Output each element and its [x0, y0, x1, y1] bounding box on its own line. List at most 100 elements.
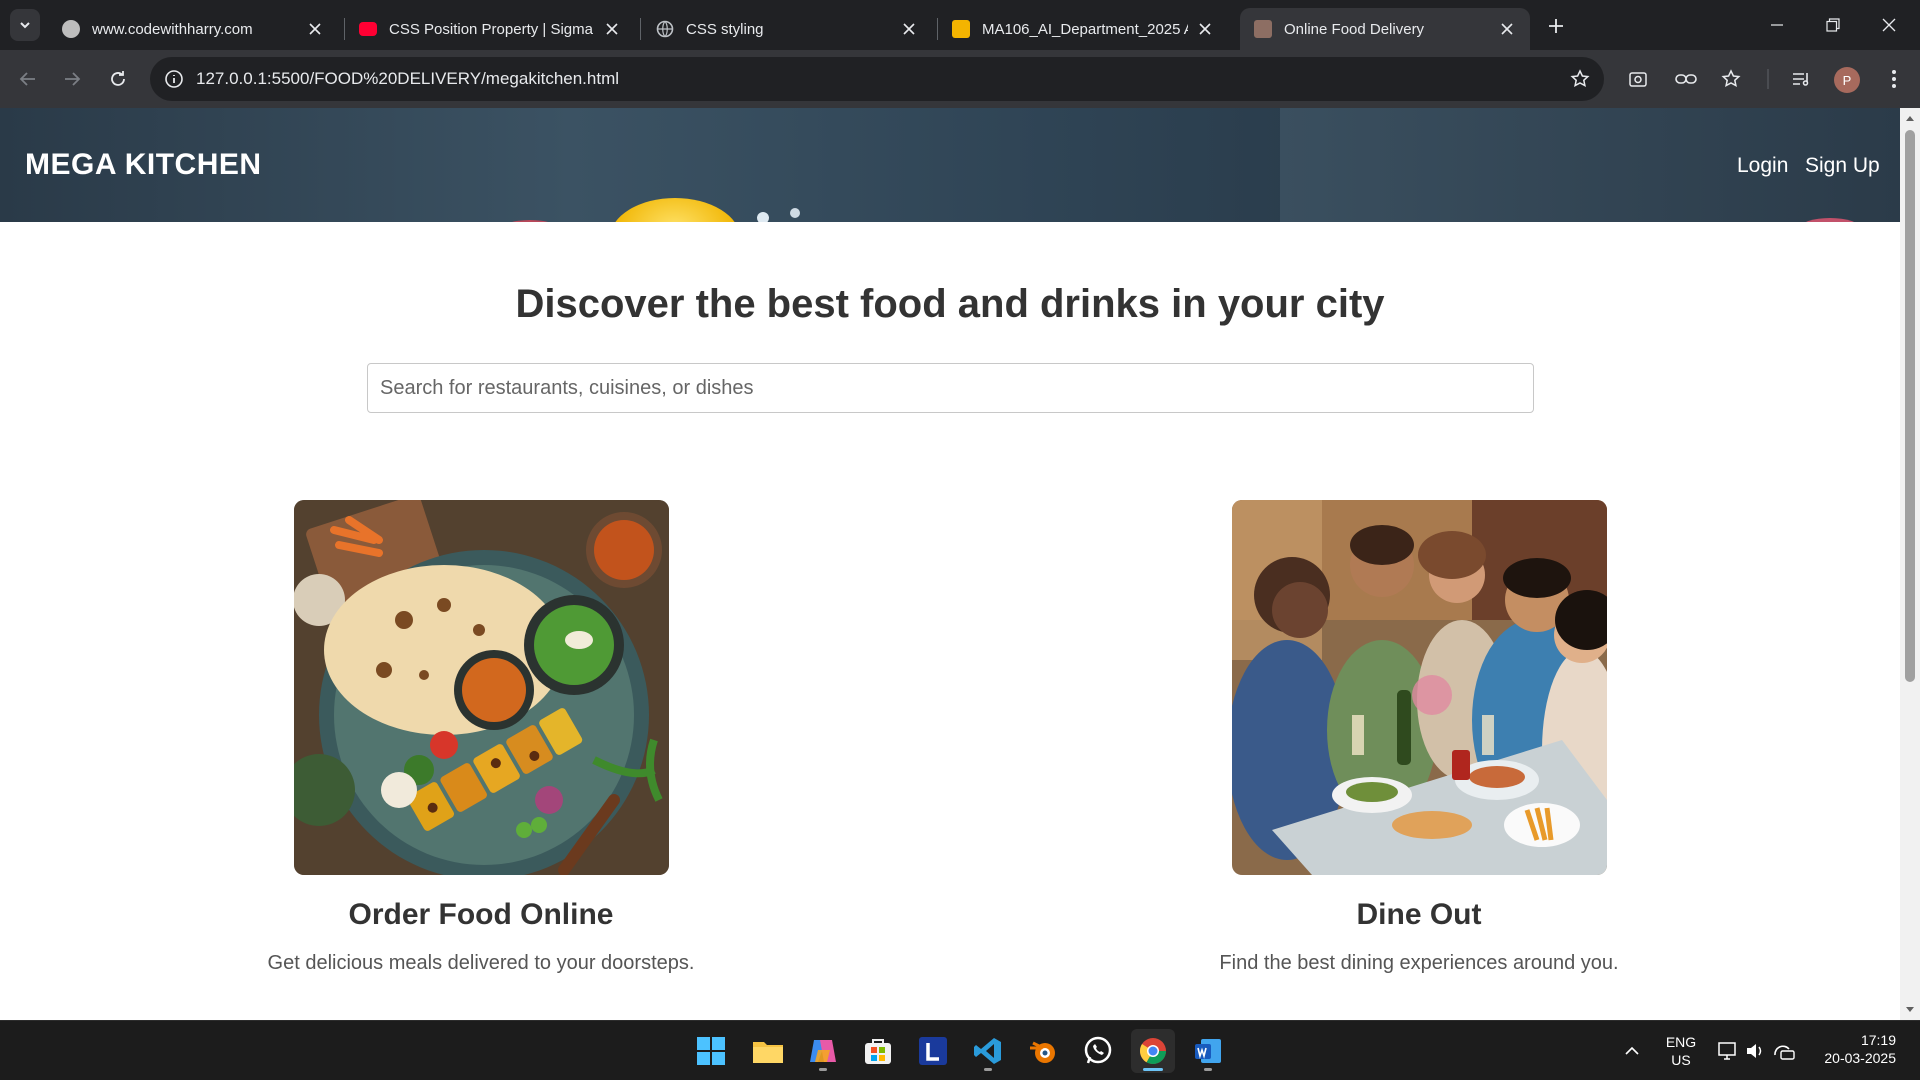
chrome-button[interactable]: [1131, 1029, 1175, 1073]
globe-dark-icon: [62, 20, 80, 38]
volume-icon[interactable]: [1744, 1039, 1768, 1063]
page-scrollbar[interactable]: [1900, 108, 1920, 1020]
start-icon: [697, 1037, 725, 1065]
whatsapp-icon: [1084, 1036, 1112, 1064]
close-window-button[interactable]: [1862, 0, 1916, 50]
close-tab-icon[interactable]: [306, 20, 324, 38]
close-tab-icon[interactable]: [1498, 20, 1516, 38]
login-link[interactable]: Login: [1737, 154, 1788, 178]
tab-ma106[interactable]: MA106_AI_Department_2025 A: [938, 8, 1228, 50]
running-indicator: [1204, 1068, 1212, 1071]
minimize-icon: [1771, 24, 1783, 26]
l-app-icon: [919, 1037, 947, 1065]
tab-css-position[interactable]: CSS Position Property | Sigma W: [345, 8, 635, 50]
card-title-dine-out[interactable]: Dine Out: [1169, 898, 1669, 932]
reload-icon: [111, 71, 125, 86]
windows-taskbar: ENG US 17:19 20-03-2025: [0, 1020, 1920, 1080]
tab-css-styling[interactable]: CSS styling: [642, 8, 932, 50]
scrollbar-thumb[interactable]: [1905, 130, 1915, 682]
language-indicator[interactable]: ENG US: [1664, 1033, 1698, 1069]
hero-decoration: [500, 220, 560, 222]
back-arrow-icon: [19, 72, 35, 86]
word-icon: [1195, 1039, 1221, 1063]
forward-arrow-icon: [65, 72, 81, 86]
page-viewport: MEGA KITCHEN Login Sign Up Discover the …: [0, 108, 1900, 1020]
tab-title: Online Food Delivery: [1284, 20, 1425, 38]
screenshot-icon[interactable]: [1624, 65, 1652, 93]
network-icon[interactable]: [1716, 1039, 1740, 1063]
tab-title: MA106_AI_Department_2025 A: [982, 20, 1188, 38]
site-logo[interactable]: MEGA KITCHEN: [25, 148, 262, 182]
running-indicator: [984, 1068, 992, 1071]
plus-icon: [1549, 19, 1563, 33]
profile-avatar[interactable]: P: [1834, 67, 1860, 93]
show-hidden-icons[interactable]: [1620, 1039, 1644, 1063]
copilot-icon: [810, 1040, 836, 1062]
blender-icon: [1030, 1041, 1055, 1063]
card-description-order-food: Get delicious meals delivered to your do…: [267, 952, 695, 974]
battery-icon[interactable]: [1772, 1039, 1796, 1063]
close-tab-icon[interactable]: [603, 20, 621, 38]
order-food-image[interactable]: [294, 500, 669, 875]
card-title-order-food[interactable]: Order Food Online: [231, 898, 731, 932]
vscode-button[interactable]: [966, 1029, 1010, 1073]
back-button[interactable]: [12, 63, 44, 95]
store-icon: [865, 1039, 891, 1064]
clock[interactable]: 17:19 20-03-2025: [1808, 1031, 1896, 1067]
card-description-dine-out: Find the best dining experiences around …: [1219, 952, 1619, 974]
browser-toolbar: 127.0.0.1:5500/FOOD%20DELIVERY/megakitch…: [0, 50, 1920, 108]
page-headline: Discover the best food and drinks in you…: [515, 282, 1385, 326]
tab-online-food-delivery[interactable]: Online Food Delivery: [1240, 8, 1530, 50]
region-code: US: [1671, 1052, 1691, 1068]
whatsapp-button[interactable]: [1076, 1029, 1120, 1073]
restore-button[interactable]: [1806, 0, 1860, 50]
reload-button[interactable]: [102, 63, 134, 95]
minimize-button[interactable]: [1750, 0, 1804, 50]
vscode-icon: [974, 1038, 1001, 1064]
site-info-icon[interactable]: [162, 67, 186, 91]
scroll-down-arrow-icon[interactable]: [1904, 1004, 1916, 1016]
menu-kebab-icon[interactable]: [1880, 65, 1908, 93]
running-indicator: [1143, 1068, 1163, 1071]
hero-banner: MEGA KITCHEN Login Sign Up: [0, 108, 1900, 222]
globe-icon: [656, 20, 674, 38]
blender-button[interactable]: [1021, 1029, 1065, 1073]
tab-title: CSS styling: [686, 20, 764, 38]
toolbar-divider: [1766, 65, 1770, 93]
dine-out-image[interactable]: [1232, 500, 1607, 875]
close-tab-icon[interactable]: [1196, 20, 1214, 38]
tab-divider: [640, 18, 641, 40]
favorites-icon[interactable]: [1718, 65, 1746, 93]
site-icon: [1254, 20, 1272, 38]
file-explorer-icon: [753, 1042, 783, 1063]
hero-food-decoration: [610, 198, 740, 222]
search-input[interactable]: [367, 363, 1534, 413]
file-explorer-button[interactable]: [746, 1029, 790, 1073]
scroll-up-arrow-icon[interactable]: [1904, 112, 1916, 124]
new-tab-button[interactable]: [1542, 12, 1570, 40]
store-button[interactable]: [856, 1029, 900, 1073]
url-text[interactable]: 127.0.0.1:5500/FOOD%20DELIVERY/megakitch…: [196, 69, 619, 89]
tab-title: CSS Position Property | Sigma W: [389, 20, 595, 38]
media-control-icon[interactable]: [1788, 65, 1816, 93]
address-bar[interactable]: 127.0.0.1:5500/FOOD%20DELIVERY/megakitch…: [150, 57, 1604, 101]
forward-button[interactable]: [56, 63, 88, 95]
copilot-button[interactable]: [801, 1029, 845, 1073]
link-icon[interactable]: [1672, 65, 1700, 93]
signup-link[interactable]: Sign Up: [1805, 154, 1880, 178]
bookmark-star-icon[interactable]: [1568, 67, 1592, 91]
close-icon: [1882, 18, 1896, 32]
start-button[interactable]: [689, 1029, 733, 1073]
chevron-down-icon: [20, 22, 30, 29]
tab-search-button[interactable]: [10, 9, 40, 41]
l-app-button[interactable]: [911, 1029, 955, 1073]
google-slides-icon: [952, 20, 970, 38]
tab-title: www.codewithharry.com: [92, 20, 253, 38]
chrome-icon: [1139, 1038, 1167, 1065]
word-button[interactable]: [1186, 1029, 1230, 1073]
tab-strip: www.codewithharry.com CSS Position Prope…: [0, 0, 1920, 50]
close-tab-icon[interactable]: [900, 20, 918, 38]
youtube-icon: [359, 22, 377, 36]
running-indicator: [819, 1068, 827, 1071]
tab-codewithharry[interactable]: www.codewithharry.com: [48, 8, 338, 50]
